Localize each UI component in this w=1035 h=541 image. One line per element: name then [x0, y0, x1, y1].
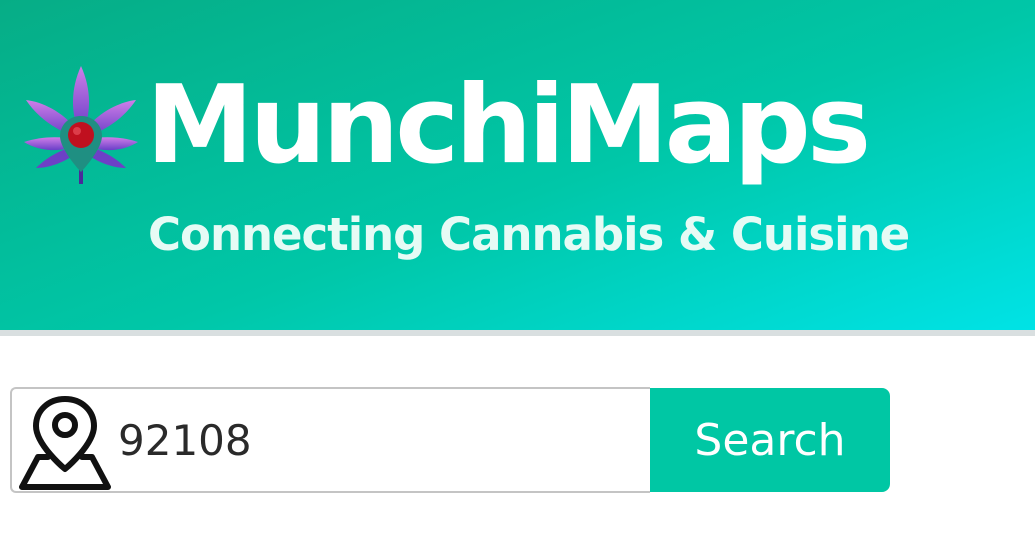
hero-banner: MunchiMaps Connecting Cannabis & Cuisine	[0, 0, 1035, 330]
map-pin-icon	[19, 396, 111, 490]
brand-title: MunchiMaps	[146, 63, 871, 188]
cannabis-leaf-map-pin-icon	[24, 66, 138, 184]
location-search-input[interactable]	[118, 389, 638, 491]
search-button[interactable]: Search	[650, 388, 890, 492]
hero-divider	[0, 330, 1035, 336]
brand-tagline: Connecting Cannabis & Cuisine	[148, 208, 910, 261]
search-field	[10, 387, 650, 493]
location-search-form: Search	[10, 387, 890, 493]
